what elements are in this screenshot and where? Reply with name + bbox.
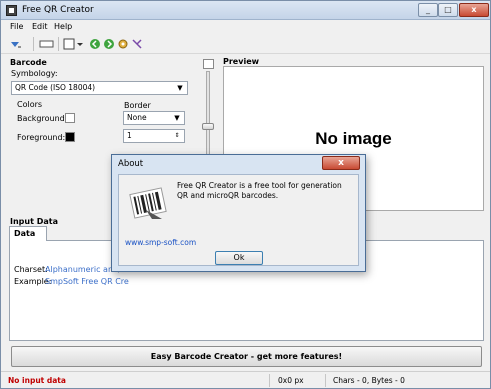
dialog-body: Free QR Creator is a free tool for gener…	[118, 174, 359, 266]
barcode-icon[interactable]	[63, 38, 75, 50]
border-size-spinner[interactable]: 1 ⇕	[123, 129, 185, 143]
app-icon	[6, 5, 17, 16]
status-counts: Chars - 0, Bytes - 0	[333, 376, 405, 385]
toolbar-separator	[58, 37, 59, 51]
border-select[interactable]: None ▼	[123, 111, 185, 125]
symbology-value: QR Code (ISO 18004)	[15, 83, 96, 92]
menu-help[interactable]: Help	[54, 22, 72, 31]
website-link[interactable]: www.smp-soft.com	[125, 238, 196, 247]
background-color-swatch[interactable]	[65, 113, 75, 123]
ok-button[interactable]: Ok	[215, 251, 263, 265]
border-value: None	[127, 113, 147, 122]
status-divider	[269, 374, 270, 387]
background-label: Background:	[17, 114, 68, 123]
forward-icon[interactable]	[103, 38, 115, 50]
chevron-down-icon: ▼	[177, 84, 183, 92]
menu-edit[interactable]: Edit	[32, 22, 48, 31]
foreground-label: Foreground:	[17, 133, 66, 142]
zoom-icon[interactable]	[203, 59, 214, 69]
menu-file[interactable]: File	[10, 22, 23, 31]
symbology-select[interactable]: QR Code (ISO 18004) ▼	[11, 81, 188, 95]
preview-title: Preview	[223, 57, 260, 66]
toolbar	[1, 34, 490, 54]
tab-data[interactable]: Data	[9, 226, 47, 241]
menu-bar: File Edit Help	[1, 20, 490, 34]
rectangle-icon[interactable]	[39, 38, 54, 50]
title-bar: Free QR Creator _ □ x	[1, 1, 490, 20]
zoom-slider-thumb[interactable]	[202, 123, 214, 130]
status-size: 0x0 px	[278, 376, 304, 385]
status-bar: No input data 0x0 px Chars - 0, Bytes - …	[1, 371, 490, 388]
chevron-down-icon[interactable]	[76, 38, 84, 50]
charset-label: Charset:	[14, 265, 48, 274]
back-icon[interactable]	[89, 38, 101, 50]
window-title: Free QR Creator	[22, 5, 94, 15]
toolbar-separator	[33, 37, 34, 51]
no-image-text: No image	[315, 129, 392, 148]
info-icon[interactable]	[131, 38, 143, 50]
settings-icon[interactable]	[117, 38, 129, 50]
dialog-close-button[interactable]: x	[322, 156, 360, 170]
foreground-color-swatch[interactable]	[65, 132, 75, 142]
close-button[interactable]: x	[459, 3, 489, 17]
border-label: Border	[124, 101, 151, 110]
about-dialog: About x Free QR Creator is a free tool f…	[111, 154, 366, 272]
arrow-down-icon[interactable]	[9, 38, 21, 50]
status-message: No input data	[8, 376, 66, 385]
minimize-button[interactable]: _	[418, 3, 438, 17]
dialog-description: Free QR Creator is a free tool for gener…	[177, 181, 342, 200]
symbology-label: Symbology:	[11, 69, 58, 78]
colors-label: Colors	[17, 100, 43, 109]
example-value[interactable]: SmpSoft Free QR Cre	[45, 277, 129, 286]
maximize-button[interactable]: □	[438, 3, 458, 17]
input-data-title: Input Data	[10, 217, 58, 226]
promo-button[interactable]: Easy Barcode Creator - get more features…	[11, 346, 482, 367]
spinner-arrows-icon[interactable]: ⇕	[172, 131, 182, 141]
status-divider	[325, 374, 326, 387]
dialog-title: About	[118, 159, 144, 169]
barcode-section-title: Barcode	[10, 58, 47, 67]
chevron-down-icon: ▼	[174, 114, 180, 122]
barcode-scanner-icon	[129, 187, 167, 219]
border-size-value: 1	[127, 131, 132, 140]
